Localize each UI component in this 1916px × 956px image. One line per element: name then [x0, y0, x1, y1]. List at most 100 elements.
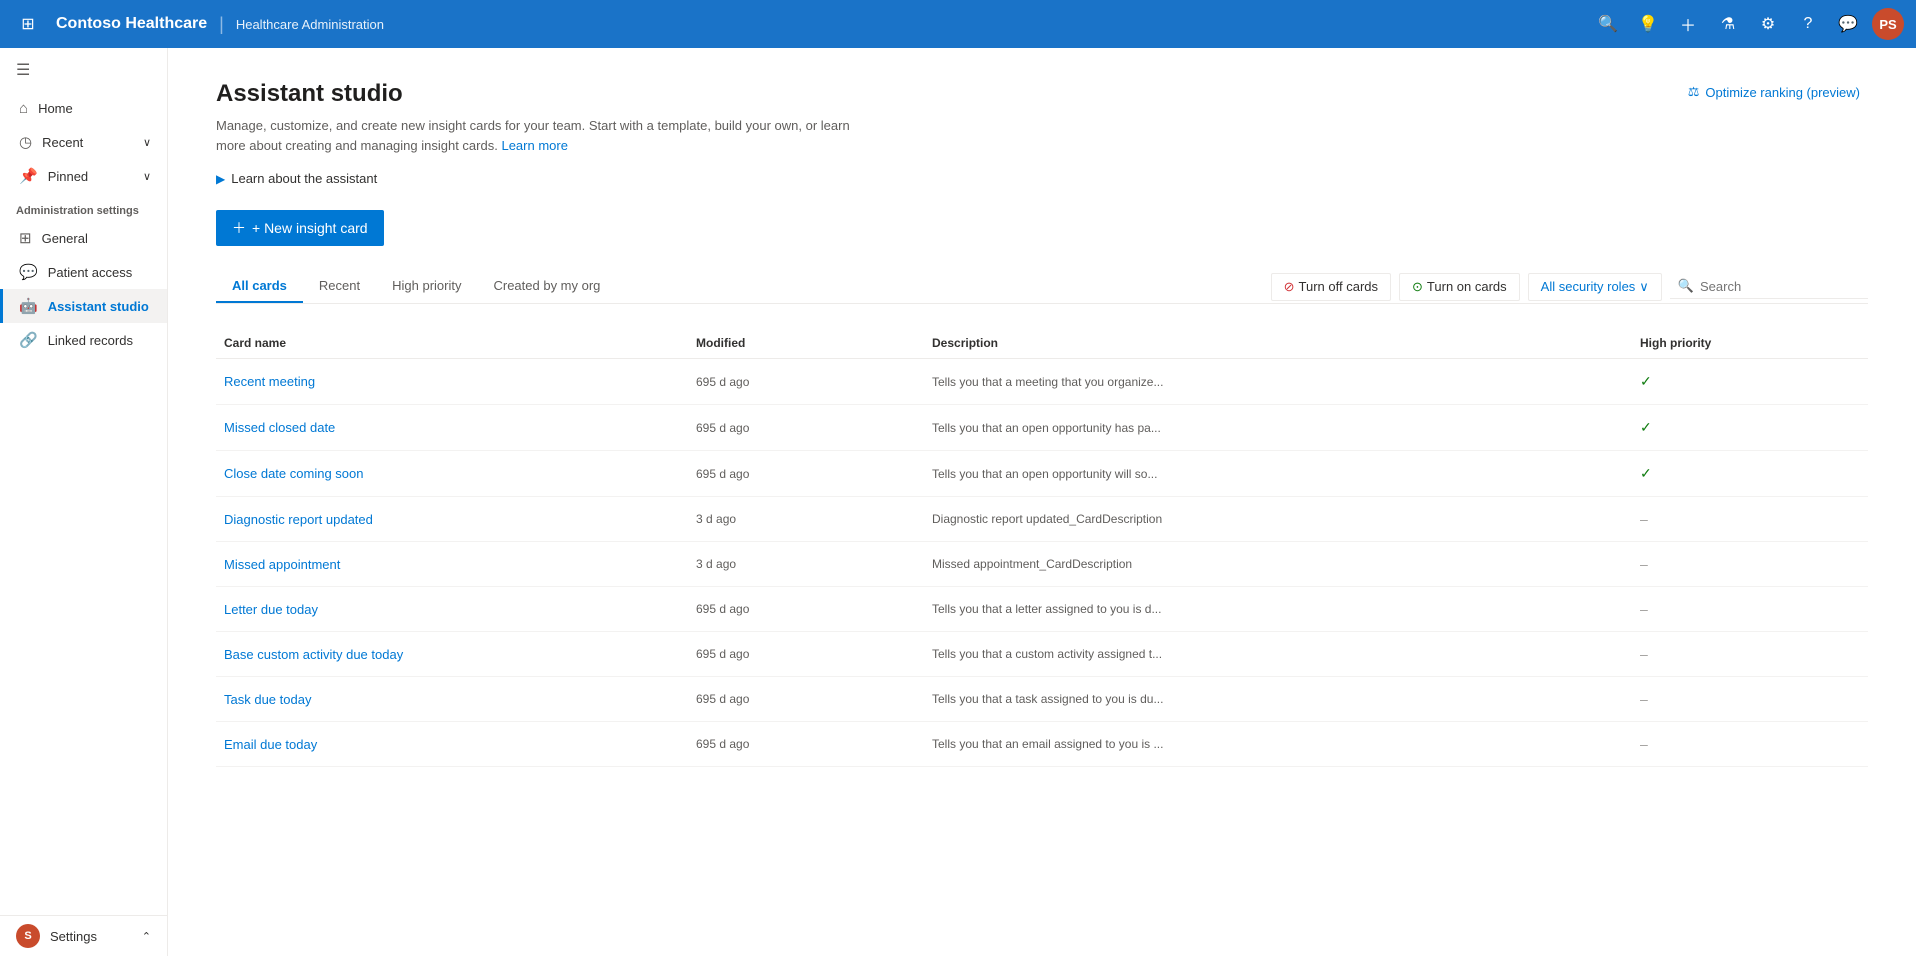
sidebar: ☰ ⌂ Home ◷ Recent ∨ 📌 Pinned ∨ Administr… [0, 48, 168, 956]
patient-access-icon: 💬 [19, 263, 38, 281]
col-description: Description [924, 336, 1632, 350]
sidebar-item-home[interactable]: ⌂ Home [0, 92, 167, 125]
sidebar-item-home-label: Home [38, 101, 73, 116]
search-box[interactable]: 🔍 [1670, 274, 1868, 299]
turn-on-cards-button[interactable]: ⊙ Turn on cards [1399, 273, 1520, 301]
general-icon: ⊞ [19, 229, 32, 247]
home-icon: ⌂ [19, 100, 28, 117]
settings-icon-btn[interactable]: ⚙ [1752, 8, 1784, 40]
grid-icon[interactable]: ⊞ [12, 8, 44, 40]
optimize-ranking-button[interactable]: ⚖ Optimize ranking (preview) [1680, 80, 1868, 104]
sidebar-item-general[interactable]: ⊞ General [0, 221, 167, 255]
page-title: Assistant studio [216, 80, 856, 108]
col-card-name: Card name [216, 336, 688, 350]
table-row[interactable]: Missed appointment 3 d ago Missed appoin… [216, 542, 1868, 587]
high-priority-cell: – [1632, 511, 1868, 527]
lightbulb-icon-btn[interactable]: 💡 [1632, 8, 1664, 40]
settings-label: Settings [50, 929, 97, 944]
sidebar-item-recent[interactable]: ◷ Recent ∨ [0, 125, 167, 159]
topbar-divider: | [219, 14, 224, 35]
sidebar-item-pinned[interactable]: 📌 Pinned ∨ [0, 159, 167, 193]
card-name-cell[interactable]: Letter due today [216, 601, 688, 617]
new-card-btn-label: + New insight card [252, 220, 368, 236]
card-name-cell[interactable]: Diagnostic report updated [216, 511, 688, 527]
turn-on-icon: ⊙ [1412, 279, 1423, 295]
search-icon-btn[interactable]: 🔍 [1592, 8, 1624, 40]
pinned-chevron-icon: ∨ [143, 170, 151, 183]
page-description: Manage, customize, and create new insigh… [216, 116, 856, 155]
high-priority-dash-icon: – [1640, 691, 1648, 707]
security-roles-chevron-icon: ∨ [1639, 279, 1649, 295]
add-icon-btn[interactable]: ＋ [1672, 8, 1704, 40]
table-row[interactable]: Base custom activity due today 695 d ago… [216, 632, 1868, 677]
high-priority-dash-icon: – [1640, 556, 1648, 572]
tab-high-priority[interactable]: High priority [376, 270, 477, 303]
high-priority-cell: ✓ [1632, 373, 1868, 390]
sidebar-item-general-label: General [42, 231, 88, 246]
high-priority-dash-icon: – [1640, 601, 1648, 617]
tabs-row: All cards Recent High priority Created b… [216, 270, 1868, 304]
sidebar-item-recent-label: Recent [42, 135, 83, 150]
tab-recent[interactable]: Recent [303, 270, 376, 303]
description-cell: Tells you that a letter assigned to you … [924, 601, 1632, 617]
filter-icon-btn[interactable]: ⚗ [1712, 8, 1744, 40]
card-name-cell[interactable]: Base custom activity due today [216, 646, 688, 662]
modified-cell: 3 d ago [688, 556, 924, 572]
new-insight-card-button[interactable]: ＋ + New insight card [216, 210, 384, 246]
card-name-cell[interactable]: Recent meeting [216, 373, 688, 390]
table-row[interactable]: Diagnostic report updated 3 d ago Diagno… [216, 497, 1868, 542]
table-row[interactable]: Close date coming soon 695 d ago Tells y… [216, 451, 1868, 497]
card-name-cell[interactable]: Task due today [216, 691, 688, 707]
search-input[interactable] [1700, 279, 1860, 294]
chat-icon-btn[interactable]: 💬 [1832, 8, 1864, 40]
learn-assistant-section[interactable]: ▶ Learn about the assistant [216, 171, 1868, 186]
turn-off-icon: ⊘ [1284, 279, 1295, 295]
modified-cell: 695 d ago [688, 373, 924, 390]
topbar-icons: 🔍 💡 ＋ ⚗ ⚙ ? 💬 PS [1592, 8, 1904, 40]
app-name: Contoso Healthcare [56, 15, 207, 33]
sidebar-bottom-settings[interactable]: S Settings ⌃ [0, 915, 167, 956]
high-priority-check-icon: ✓ [1640, 465, 1652, 482]
learn-more-link[interactable]: Learn more [501, 138, 567, 153]
description-cell: Tells you that an open opportunity has p… [924, 419, 1632, 436]
sidebar-item-assistant-studio-label: Assistant studio [48, 299, 149, 314]
security-roles-button[interactable]: All security roles ∨ [1528, 273, 1662, 301]
high-priority-cell: – [1632, 601, 1868, 617]
page-header: Assistant studio Manage, customize, and … [216, 80, 1868, 155]
sidebar-item-patient-access[interactable]: 💬 Patient access [0, 255, 167, 289]
high-priority-cell: – [1632, 646, 1868, 662]
card-name-cell[interactable]: Missed closed date [216, 419, 688, 436]
optimize-icon: ⚖ [1688, 84, 1700, 100]
turn-off-cards-button[interactable]: ⊘ Turn off cards [1271, 273, 1391, 301]
app-logo: Contoso Healthcare [56, 15, 207, 33]
cards-table: Card name Modified Description High prio… [216, 328, 1868, 767]
description-cell: Tells you that a task assigned to you is… [924, 691, 1632, 707]
description-cell: Tells you that an email assigned to you … [924, 736, 1632, 752]
high-priority-check-icon: ✓ [1640, 419, 1652, 436]
table-row[interactable]: Missed closed date 695 d ago Tells you t… [216, 405, 1868, 451]
high-priority-cell: ✓ [1632, 465, 1868, 482]
avatar[interactable]: PS [1872, 8, 1904, 40]
modified-cell: 695 d ago [688, 691, 924, 707]
high-priority-dash-icon: – [1640, 511, 1648, 527]
card-name-cell[interactable]: Email due today [216, 736, 688, 752]
modified-cell: 695 d ago [688, 419, 924, 436]
modified-cell: 695 d ago [688, 646, 924, 662]
sidebar-item-assistant-studio[interactable]: 🤖 Assistant studio [0, 289, 167, 323]
sidebar-item-linked-records[interactable]: 🔗 Linked records [0, 323, 167, 357]
card-name-cell[interactable]: Close date coming soon [216, 465, 688, 482]
card-name-cell[interactable]: Missed appointment [216, 556, 688, 572]
table-row[interactable]: Task due today 695 d ago Tells you that … [216, 677, 1868, 722]
table-row[interactable]: Letter due today 695 d ago Tells you tha… [216, 587, 1868, 632]
pin-icon: 📌 [19, 167, 38, 185]
hamburger-icon[interactable]: ☰ [0, 48, 167, 92]
assistant-studio-icon: 🤖 [19, 297, 38, 315]
description-cell: Tells you that a custom activity assigne… [924, 646, 1632, 662]
admin-section-label: Administration settings [0, 193, 167, 221]
tab-all-cards[interactable]: All cards [216, 270, 303, 303]
tab-created-by-my-org[interactable]: Created by my org [477, 270, 616, 303]
table-row[interactable]: Recent meeting 695 d ago Tells you that … [216, 359, 1868, 405]
learn-section-label: Learn about the assistant [231, 171, 377, 186]
table-row[interactable]: Email due today 695 d ago Tells you that… [216, 722, 1868, 767]
help-icon-btn[interactable]: ? [1792, 8, 1824, 40]
